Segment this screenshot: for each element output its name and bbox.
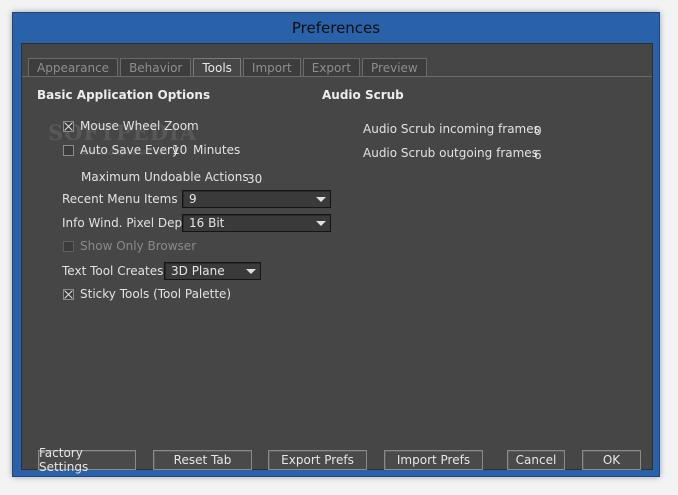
audio-incoming-value[interactable]: 0 [534, 124, 542, 138]
window-title: Preferences [291, 19, 381, 37]
pixel-depth-value: 16 Bit [189, 216, 225, 230]
tab-export[interactable]: Export [302, 58, 361, 76]
audio-outgoing-label: Audio Scrub outgoing frames [363, 146, 538, 160]
show-only-browser-checkbox[interactable] [63, 241, 74, 252]
mouse-wheel-zoom-checkbox[interactable] [63, 121, 74, 132]
recent-menu-items-select[interactable]: 9 [182, 190, 331, 208]
auto-save-interval-value[interactable]: 10 [172, 143, 187, 157]
recent-menu-items-value: 9 [189, 192, 197, 206]
chevron-down-icon [314, 217, 328, 229]
pixel-depth-select[interactable]: 16 Bit [182, 214, 331, 232]
audio-incoming-label: Audio Scrub incoming frames [363, 122, 540, 136]
ok-button[interactable]: OK [582, 450, 641, 470]
tab-tools[interactable]: Tools [193, 58, 241, 77]
pixel-depth-label: Info Wind. Pixel Depth [62, 216, 195, 230]
tab-preview[interactable]: Preview [362, 58, 427, 76]
reset-tab-button[interactable]: Reset Tab [153, 450, 252, 470]
chevron-down-icon [244, 265, 258, 277]
sticky-tools-label: Sticky Tools (Tool Palette) [80, 287, 232, 301]
tab-divider [22, 76, 652, 77]
auto-save-checkbox[interactable] [63, 145, 74, 156]
audio-outgoing-value[interactable]: 6 [534, 148, 542, 162]
auto-save-label: Auto Save Every [80, 143, 180, 157]
cancel-button[interactable]: Cancel [507, 450, 565, 470]
mouse-wheel-zoom-label: Mouse Wheel Zoom [80, 119, 199, 133]
import-prefs-button[interactable]: Import Prefs [384, 450, 483, 470]
tab-import[interactable]: Import [242, 58, 301, 76]
text-tool-creates-value: 3D Plane [171, 264, 225, 278]
export-prefs-button[interactable]: Export Prefs [268, 450, 367, 470]
factory-settings-button[interactable]: Factory Settings [38, 446, 136, 474]
preferences-panel: Appearance Behavior Tools Import Export … [21, 43, 653, 474]
tab-bar: Appearance Behavior Tools Import Export … [28, 58, 429, 77]
sticky-tools-checkbox[interactable] [63, 289, 74, 300]
basic-options-heading: Basic Application Options [37, 88, 211, 102]
text-tool-creates-label: Text Tool Creates [62, 264, 164, 278]
audio-scrub-heading: Audio Scrub [322, 88, 404, 102]
text-tool-creates-select[interactable]: 3D Plane [164, 262, 261, 280]
preferences-window: Preferences Appearance Behavior Tools Im… [12, 12, 660, 477]
show-only-browser-label: Show Only Browser [80, 239, 197, 253]
tab-appearance[interactable]: Appearance [28, 58, 119, 76]
recent-menu-items-label: Recent Menu Items [62, 192, 178, 206]
max-undo-label: Maximum Undoable Actions [81, 170, 249, 184]
tab-behavior[interactable]: Behavior [120, 58, 192, 76]
chevron-down-icon [314, 193, 328, 205]
max-undo-value[interactable]: 30 [247, 172, 262, 186]
auto-save-minutes-label: Minutes [193, 143, 241, 157]
